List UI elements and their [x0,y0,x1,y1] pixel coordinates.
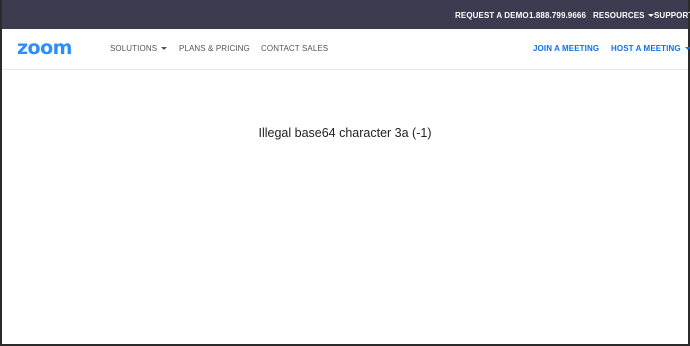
phone-number-link[interactable]: 1.888.799.9666 [529,0,586,29]
main-navigation: zoom SOLUTIONS PLANS & PRICING CONTACT S… [2,29,690,70]
host-meeting-menu[interactable]: HOST A MEETING [611,29,690,69]
request-demo-link[interactable]: REQUEST A DEMO [455,0,529,29]
contact-sales-link[interactable]: CONTACT SALES [261,29,328,69]
resources-label: RESOURCES [593,11,645,20]
zoom-logo[interactable]: zoom [17,37,72,59]
resources-menu[interactable]: RESOURCES [593,0,654,29]
join-meeting-link[interactable]: JOIN A MEETING [533,29,599,69]
browser-page: REQUEST A DEMO 1.888.799.9666 RESOURCES … [0,0,690,346]
error-message: Illegal base64 character 3a (-1) [258,126,432,140]
solutions-menu[interactable]: SOLUTIONS [110,29,168,69]
host-meeting-label: HOST A MEETING [611,44,681,53]
chevron-down-icon [161,46,168,50]
top-utility-bar: REQUEST A DEMO 1.888.799.9666 RESOURCES … [2,0,690,29]
solutions-label: SOLUTIONS [110,44,158,53]
main-content: Illegal base64 character 3a (-1) [2,70,688,344]
chevron-down-icon [684,46,690,50]
chevron-down-icon [647,13,654,17]
support-link[interactable]: SUPPORT [654,0,690,29]
plans-pricing-link[interactable]: PLANS & PRICING [179,29,250,69]
